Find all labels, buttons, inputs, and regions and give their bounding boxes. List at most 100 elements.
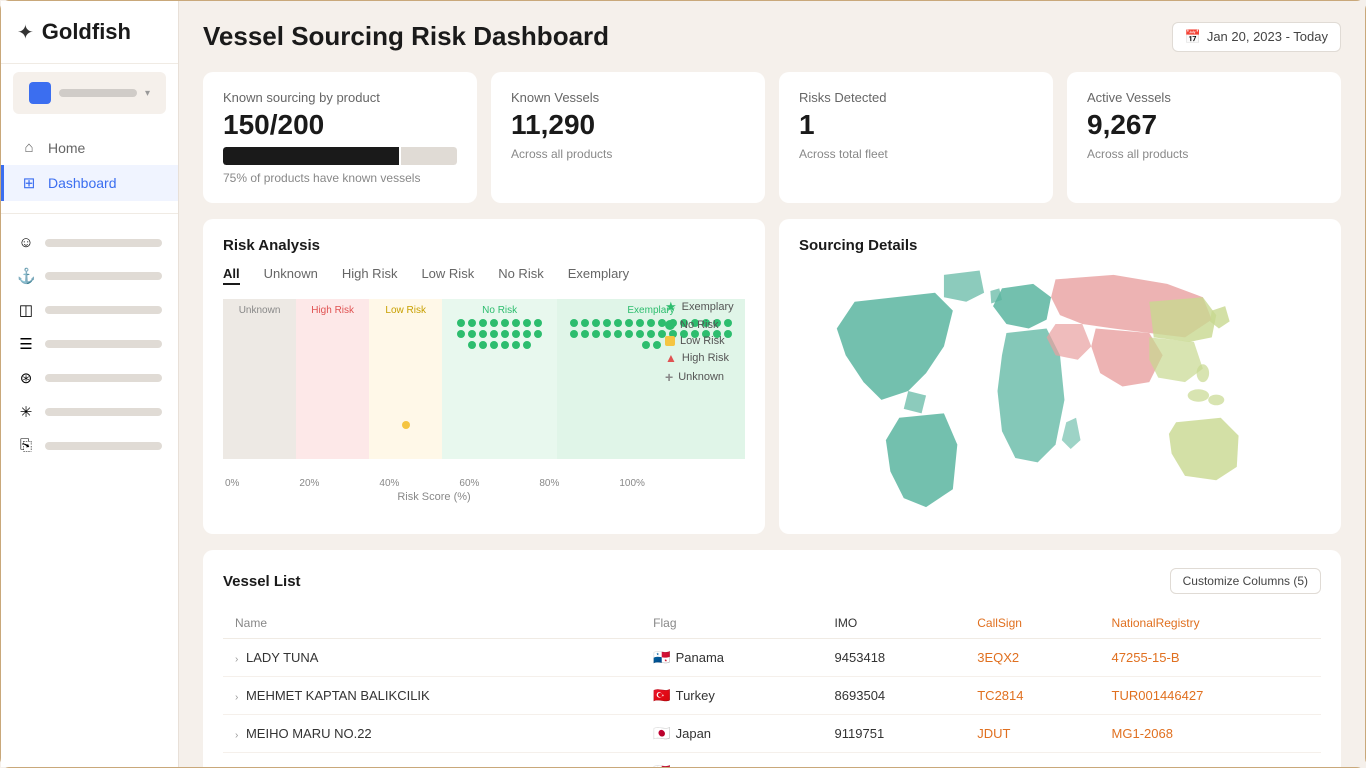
legend-low-risk-label: Low Risk: [680, 335, 725, 347]
tab-exemplary[interactable]: Exemplary: [568, 266, 629, 285]
table-row[interactable]: › MYLO 🇵🇦 Panama 9278612 HPFK 29233-03-F: [223, 753, 1321, 768]
col-header-imo: IMO: [823, 608, 966, 639]
stat-label-known-vessels: Known Vessels: [511, 90, 745, 105]
stat-label-active-vessels: Active Vessels: [1087, 90, 1321, 105]
legend-low-risk-dot: [665, 336, 675, 346]
stat-sub-known-sourcing: 75% of products have known vessels: [223, 171, 457, 185]
calendar-icon: 📅: [1185, 29, 1201, 45]
legend-unknown: + Unknown: [665, 369, 745, 385]
tab-low-risk[interactable]: Low Risk: [421, 266, 474, 285]
legend-star-icon: ★: [665, 299, 677, 315]
sidebar-item-7[interactable]: ⎘: [1, 429, 178, 462]
x-axis-0: 0%: [225, 478, 239, 489]
vessel-imo-0: 9453418: [823, 639, 966, 677]
progress-bar-known-sourcing: [223, 147, 457, 165]
world-map-svg: [799, 266, 1321, 516]
zone-low-risk-label: Low Risk: [385, 305, 426, 316]
sidebar: ✦ Goldfish ▾ ⌂ Home ⊞ Dashboard ☺ ⚓ ◫: [1, 1, 179, 767]
sidebar-secondary-section: ☺ ⚓ ◫ ☰ ⊛ ✳ ⎘: [1, 213, 178, 474]
date-range-selector[interactable]: 📅 Jan 20, 2023 - Today: [1172, 22, 1341, 52]
vessel-flag-3: 🇵🇦 Panama: [641, 753, 822, 768]
sidebar-logo: ✦ Goldfish: [1, 1, 178, 64]
table-row[interactable]: › LADY TUNA 🇵🇦 Panama 9453418 3EQX2 4725…: [223, 639, 1321, 677]
risk-analysis-card: Risk Analysis All Unknown High Risk Low …: [203, 219, 765, 534]
sidebar-item-1[interactable]: ☺: [1, 226, 178, 259]
tab-all[interactable]: All: [223, 266, 240, 285]
sidebar-item-dashboard-label: Dashboard: [48, 175, 117, 191]
vessel-flag-1: 🇹🇷 Turkey: [641, 677, 822, 715]
dashboard-icon: ⊞: [20, 174, 38, 192]
risk-analysis-title: Risk Analysis: [223, 237, 745, 254]
legend-high-risk-label: High Risk: [682, 352, 729, 364]
legend-exemplary: ★ Exemplary: [665, 299, 745, 315]
vessel-name-2: › MEIHO MARU NO.22: [223, 715, 641, 753]
primary-nav: ⌂ Home ⊞ Dashboard: [1, 122, 178, 209]
vessel-flag-0: 🇵🇦 Panama: [641, 639, 822, 677]
stats-row: Known sourcing by product 150/200 75% of…: [203, 72, 1341, 203]
stat-label-risks-detected: Risks Detected: [799, 90, 1033, 105]
stat-value-active-vessels: 9,267: [1087, 109, 1321, 141]
main-content: Vessel Sourcing Risk Dashboard 📅 Jan 20,…: [179, 1, 1365, 767]
sidebar-item-bar-4: [45, 340, 162, 348]
vessel-imo-2: 9119751: [823, 715, 966, 753]
sourcing-details-card: Sourcing Details: [779, 219, 1341, 534]
sidebar-item-4[interactable]: ☰: [1, 327, 178, 361]
tab-unknown[interactable]: Unknown: [264, 266, 318, 285]
chart-icon: ⎘: [17, 437, 35, 454]
customize-columns-button[interactable]: Customize Columns (5): [1170, 568, 1321, 594]
vessel-imo-3: 9278612: [823, 753, 966, 768]
stat-sub-active-vessels: Across all products: [1087, 147, 1321, 161]
legend-no-risk-dot: [665, 320, 675, 330]
stat-label-known-sourcing: Known sourcing by product: [223, 90, 457, 105]
col-header-name: Name: [223, 608, 641, 639]
sidebar-item-home[interactable]: ⌂ Home: [1, 130, 178, 165]
legend-no-risk-label: No Risk: [680, 319, 719, 331]
box-icon: ◫: [17, 301, 35, 319]
vessel-name-1: › MEHMET KAPTAN BALIKCILIK: [223, 677, 641, 715]
stat-value-known-sourcing: 150/200: [223, 109, 457, 141]
sidebar-item-3[interactable]: ◫: [1, 293, 178, 327]
expand-icon-0: ›: [235, 654, 238, 665]
sourcing-details-title: Sourcing Details: [799, 237, 1321, 254]
stat-card-risks-detected: Risks Detected 1 Across total fleet: [779, 72, 1053, 203]
stat-card-known-sourcing: Known sourcing by product 150/200 75% of…: [203, 72, 477, 203]
snowflake-icon: ✳: [17, 403, 35, 421]
settings-icon: ⊛: [17, 369, 35, 387]
anchor-icon: ⚓: [17, 267, 35, 285]
middle-row: Risk Analysis All Unknown High Risk Low …: [203, 219, 1341, 534]
stat-sub-known-vessels: Across all products: [511, 147, 745, 161]
sidebar-item-bar-2: [45, 272, 162, 280]
chevron-down-icon: ▾: [145, 88, 150, 99]
expand-icon-2: ›: [235, 730, 238, 741]
legend-unknown-label: Unknown: [678, 371, 724, 383]
tab-high-risk[interactable]: High Risk: [342, 266, 398, 285]
legend-high-risk-icon: ▲: [665, 351, 677, 365]
table-row[interactable]: › MEIHO MARU NO.22 🇯🇵 Japan 9119751 JDUT…: [223, 715, 1321, 753]
tab-no-risk[interactable]: No Risk: [498, 266, 544, 285]
risk-chart-area: Unknown High Risk Low Risk No Risk: [223, 299, 745, 499]
sidebar-item-home-label: Home: [48, 140, 85, 156]
vessel-table-body: › LADY TUNA 🇵🇦 Panama 9453418 3EQX2 4725…: [223, 639, 1321, 768]
sidebar-item-bar-7: [45, 442, 162, 450]
user-selector[interactable]: ▾: [13, 72, 166, 114]
vessel-list-header: Vessel List Customize Columns (5): [223, 568, 1321, 594]
vessel-callsign-1: TC2814: [965, 677, 1099, 715]
vessel-callsign-0: 3EQX2: [965, 639, 1099, 677]
avatar: [29, 82, 51, 104]
world-map: [799, 266, 1321, 516]
vessel-list-title: Vessel List: [223, 573, 301, 590]
vessel-national-registry-0: 47255-15-B: [1100, 639, 1321, 677]
vessel-table-header: Name Flag IMO CallSign NationalRegistry: [223, 608, 1321, 639]
sidebar-item-2[interactable]: ⚓: [1, 259, 178, 293]
sidebar-item-6[interactable]: ✳: [1, 395, 178, 429]
vessel-callsign-3: HPFK: [965, 753, 1099, 768]
stat-sub-risks-detected: Across total fleet: [799, 147, 1033, 161]
sidebar-item-5[interactable]: ⊛: [1, 361, 178, 395]
col-header-callsign: CallSign: [965, 608, 1099, 639]
x-axis-60: 60%: [459, 478, 479, 489]
stat-value-known-vessels: 11,290: [511, 109, 745, 141]
main-header: Vessel Sourcing Risk Dashboard 📅 Jan 20,…: [203, 21, 1341, 52]
sidebar-item-dashboard[interactable]: ⊞ Dashboard: [1, 165, 178, 201]
table-row[interactable]: › MEHMET KAPTAN BALIKCILIK 🇹🇷 Turkey 869…: [223, 677, 1321, 715]
col-header-national-registry: NationalRegistry: [1100, 608, 1321, 639]
